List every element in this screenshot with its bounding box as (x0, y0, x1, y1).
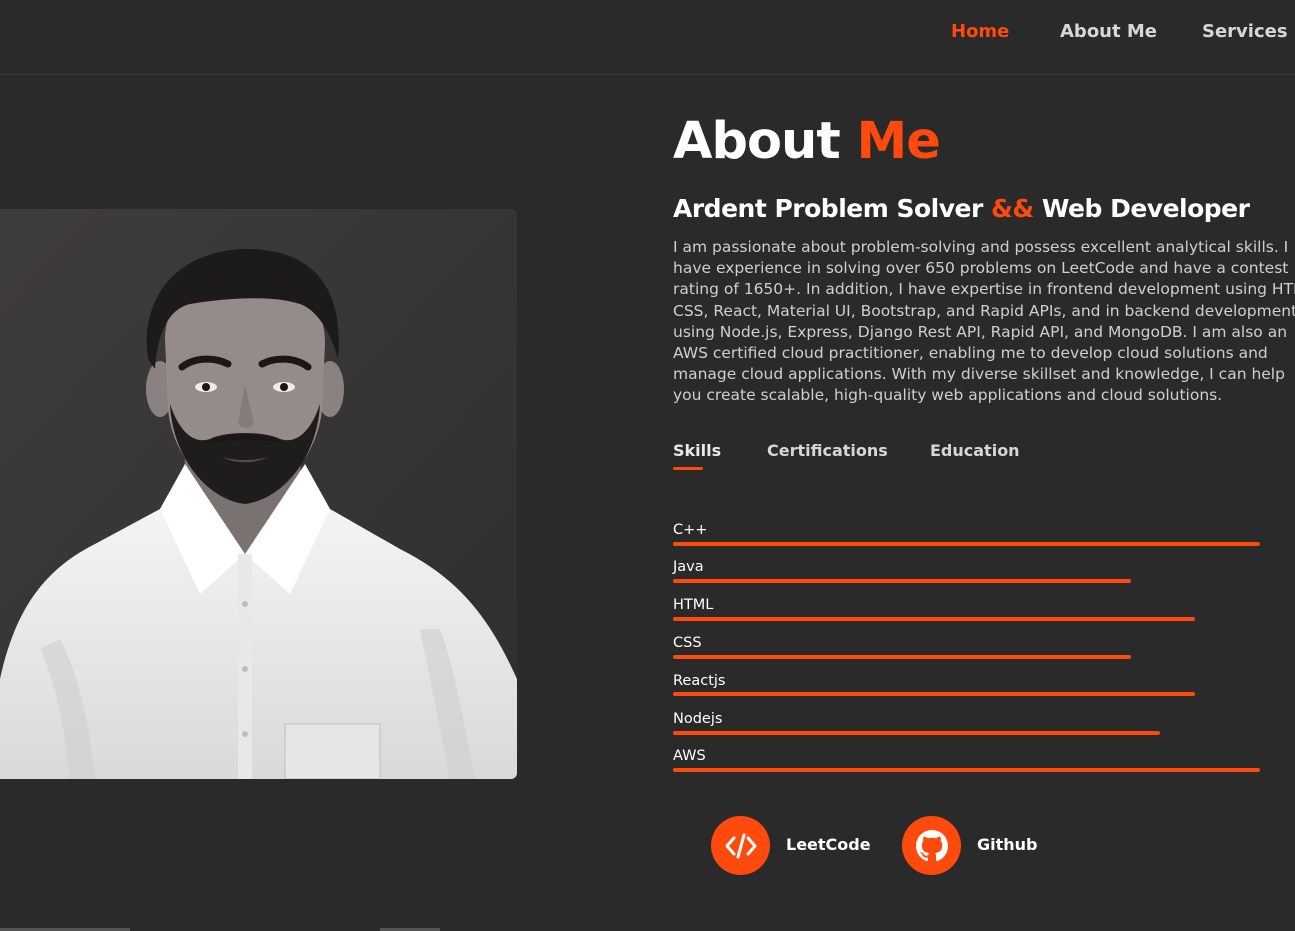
github-icon (915, 829, 948, 861)
about-title-main: About (673, 112, 857, 171)
skill-bar-cpp (673, 542, 1260, 546)
skill-bar-aws (673, 768, 1260, 772)
top-navbar: Home About Me Services (0, 0, 1295, 75)
description-line: you create scalable, high-quality web ap… (673, 386, 1223, 405)
skill-label-html: HTML (673, 597, 714, 613)
tab-skills[interactable]: Skills (673, 441, 721, 460)
subtitle-accent: && (991, 194, 1034, 223)
skill-label-java: Java (673, 559, 704, 575)
github-button[interactable] (902, 816, 961, 875)
nav-about-link[interactable]: About Me (1060, 21, 1157, 42)
skill-label-aws: AWS (673, 748, 706, 764)
description-line: AWS certified cloud practitioner, enabli… (673, 344, 1268, 363)
active-tab-underline (673, 467, 703, 470)
skill-label-css: CSS (673, 635, 702, 651)
description-line: manage cloud applications. With my diver… (673, 365, 1285, 384)
about-title: About Me (673, 112, 941, 171)
skill-bar-html (673, 617, 1195, 621)
skill-bar-java (673, 579, 1131, 583)
description-line: using Node.js, Express, Django Rest API,… (673, 322, 1288, 341)
leetcode-label[interactable]: LeetCode (786, 835, 871, 854)
skill-bar-css (673, 655, 1131, 659)
tab-certifications[interactable]: Certifications (767, 441, 888, 460)
about-title-accent: Me (856, 112, 940, 171)
subtitle-part-two: Web Developer (1033, 194, 1250, 223)
about-description: I am passionate about problem-solving an… (673, 237, 1295, 409)
profile-photo-illustration (0, 209, 517, 779)
code-icon (725, 833, 756, 858)
skill-bar-reactjs (673, 692, 1195, 696)
about-subtitle: Ardent Problem Solver && Web Developer (673, 194, 1250, 223)
description-line: have experience in solving over 650 prob… (673, 259, 1289, 278)
description-line: rating of 1650+. In addition, I have exp… (673, 280, 1295, 299)
skill-label-reactjs: Reactjs (673, 673, 726, 689)
leetcode-button[interactable] (711, 816, 770, 875)
description-line: CSS, React, Material UI, Bootstrap, and … (673, 301, 1295, 320)
nav-services-link[interactable]: Services (1202, 21, 1288, 42)
tab-education[interactable]: Education (930, 441, 1020, 460)
profile-photo (0, 209, 517, 779)
nav-home-link[interactable]: Home (951, 21, 1009, 42)
subtitle-part-one: Ardent Problem Solver (673, 194, 992, 223)
skill-label-nodejs: Nodejs (673, 711, 723, 727)
skill-bar-nodejs (673, 731, 1160, 735)
github-label[interactable]: Github (977, 835, 1038, 854)
skill-label-cpp: C++ (673, 522, 708, 538)
description-line: I am passionate about problem-solving an… (673, 238, 1289, 256)
